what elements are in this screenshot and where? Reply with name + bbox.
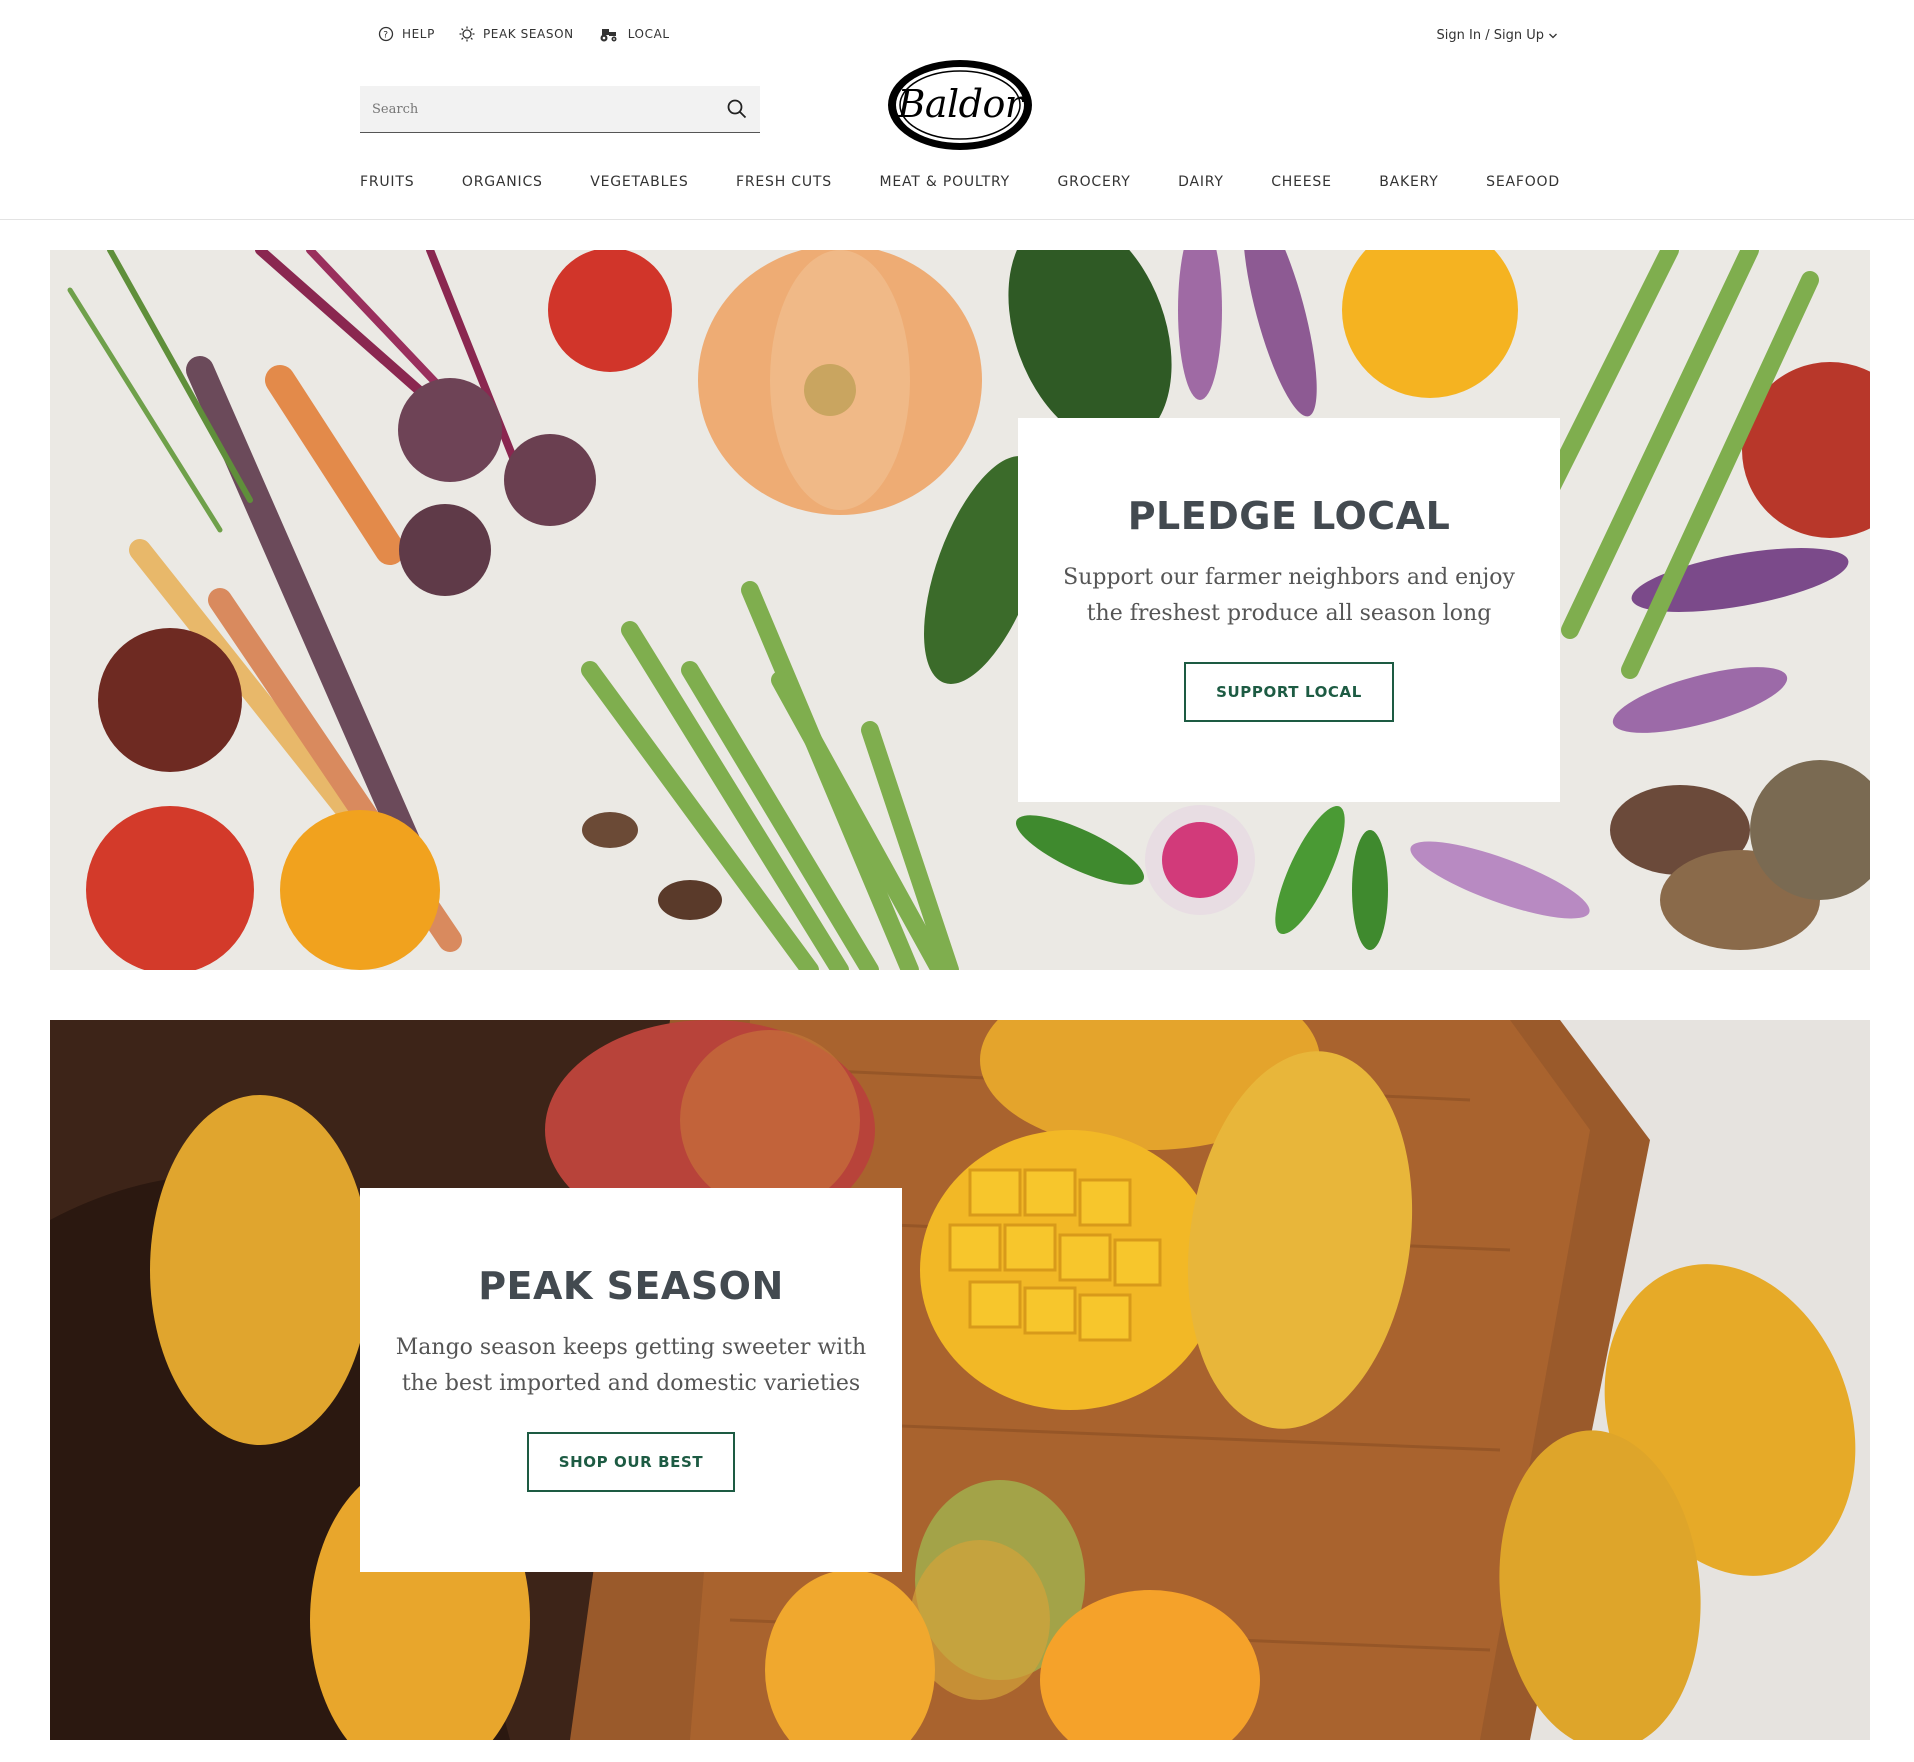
pledge-local-card: PLEDGE LOCAL Support our farmer neighbor… — [1018, 418, 1560, 802]
peak-season-link[interactable]: PEAK SEASON — [459, 26, 574, 42]
nav-dairy[interactable]: DAIRY — [1178, 174, 1224, 190]
local-link[interactable]: LOCAL — [598, 26, 670, 42]
search-icon[interactable] — [726, 98, 748, 120]
nav-vegetables[interactable]: VEGETABLES — [590, 174, 688, 190]
nav-fresh-cuts[interactable]: FRESH CUTS — [736, 174, 832, 190]
logo-text: Baldor — [897, 82, 1023, 126]
nav-cheese[interactable]: CHEESE — [1271, 174, 1332, 190]
vegetables-photo — [50, 250, 1870, 970]
peak-season-label: PEAK SEASON — [482, 27, 574, 41]
nav-meat-poultry[interactable]: MEAT & POULTRY — [879, 174, 1010, 190]
header-divider — [0, 219, 1914, 220]
local-label: LOCAL — [627, 27, 670, 41]
help-link[interactable]: ? HELP — [378, 26, 435, 42]
pledge-local-banner[interactable]: PLEDGE LOCAL Support our farmer neighbor… — [50, 250, 1870, 970]
support-local-button[interactable]: SUPPORT LOCAL — [1184, 662, 1394, 722]
tractor-icon — [600, 29, 617, 42]
banner-title: PLEDGE LOCAL — [1127, 494, 1451, 538]
banner-title: PEAK SEASON — [478, 1264, 784, 1308]
banner-text: Mango season keeps getting sweeter with … — [395, 1335, 867, 1396]
chevron-down-icon — [1549, 33, 1557, 38]
peak-season-banner[interactable]: PEAK SEASON Mango season keeps getting s… — [50, 1020, 1870, 1740]
peak-season-card: PEAK SEASON Mango season keeps getting s… — [360, 1188, 902, 1572]
category-nav: FRUITS ORGANICS VEGETABLES FRESH CUTS ME… — [360, 174, 1560, 190]
search-box — [360, 86, 760, 133]
utility-bar: ? HELP PEAK SEASON LOCAL — [378, 26, 670, 42]
nav-grocery[interactable]: GROCERY — [1057, 174, 1130, 190]
shop-our-best-button[interactable]: SHOP OUR BEST — [526, 1432, 736, 1492]
signin-label: Sign In / Sign Up — [1436, 28, 1544, 43]
mangoes-photo — [50, 1020, 1870, 1740]
nav-organics[interactable]: ORGANICS — [462, 174, 543, 190]
signin-dropdown[interactable]: Sign In / Sign Up — [1437, 28, 1558, 43]
nav-fruits[interactable]: FRUITS — [360, 174, 414, 190]
svg-text:?: ? — [383, 31, 388, 41]
sun-icon — [459, 26, 475, 42]
search-input[interactable] — [372, 101, 726, 117]
banner-text: Support our farmer neighbors and enjoy t… — [1063, 565, 1515, 626]
help-icon: ? — [378, 26, 394, 42]
nav-bakery[interactable]: BAKERY — [1379, 174, 1438, 190]
help-label: HELP — [402, 27, 435, 41]
nav-seafood[interactable]: SEAFOOD — [1486, 174, 1560, 190]
